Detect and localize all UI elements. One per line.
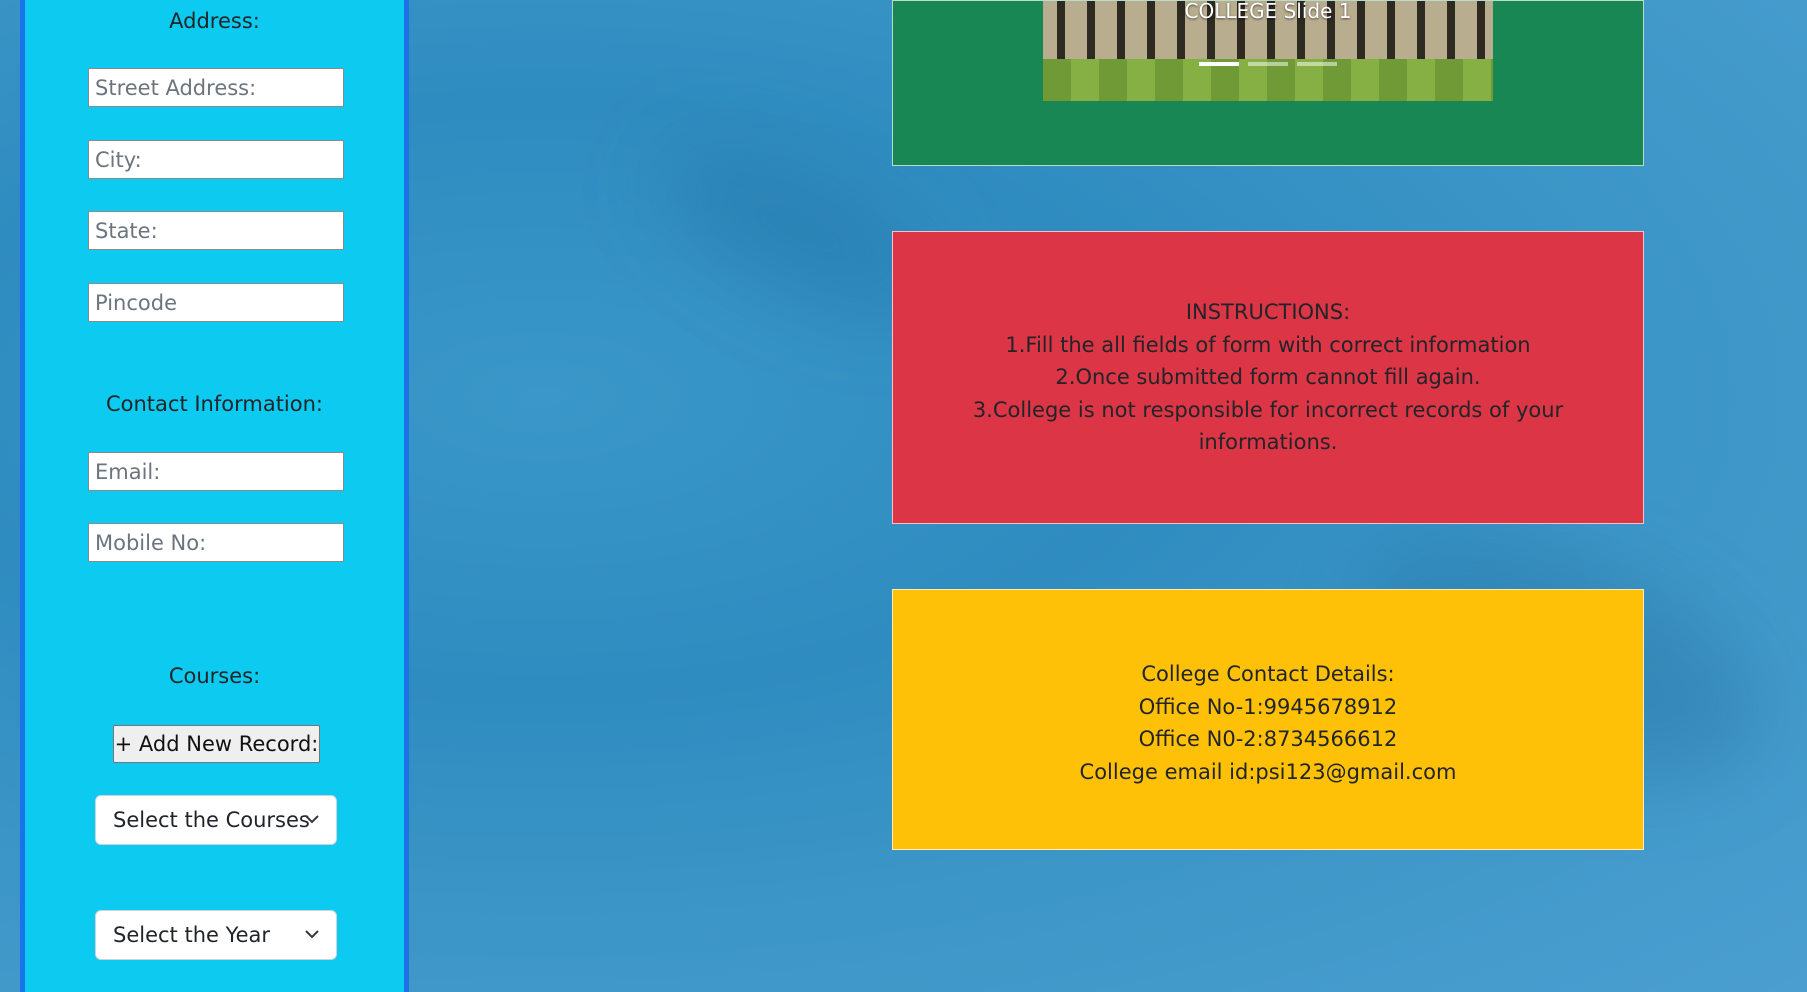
- office-number-1: Office No-1:9945678912: [1138, 694, 1398, 719]
- address-heading: Address:: [169, 9, 260, 33]
- city-input[interactable]: [88, 140, 344, 179]
- college-contact-panel: College Contact Details: Office No-1:994…: [892, 589, 1644, 850]
- street-address-input[interactable]: [88, 68, 344, 107]
- instruction-line-3-continued: informations.: [1198, 430, 1338, 454]
- chevron-down-icon: [305, 815, 319, 824]
- email-input[interactable]: [88, 452, 344, 491]
- carousel-indicator-1[interactable]: [1199, 62, 1239, 66]
- carousel-indicator-3[interactable]: [1297, 62, 1337, 66]
- contact-information-heading: Contact Information:: [105, 392, 323, 416]
- state-input[interactable]: [88, 211, 344, 250]
- slide-caption: COLLEGE Slide 1: [1184, 1, 1352, 23]
- mobile-number-input[interactable]: [88, 523, 344, 562]
- instructions-panel: INSTRUCTIONS: 1.Fill the all fields of f…: [892, 231, 1644, 524]
- course-select-value: Select the Courses: [113, 808, 310, 832]
- courses-heading: Courses:: [168, 664, 261, 688]
- instruction-line-2: 2.Once submitted form cannot fill again.: [1055, 365, 1481, 389]
- carousel-indicator-2[interactable]: [1248, 62, 1288, 66]
- pincode-input[interactable]: [88, 283, 344, 322]
- year-select[interactable]: Select the Year: [95, 910, 337, 960]
- carousel-panel: COLLEGE Slide 1: [892, 0, 1644, 166]
- chevron-down-icon: [305, 930, 319, 939]
- contact-title: College Contact Details:: [1141, 662, 1395, 686]
- instruction-line-1: 1.Fill the all fields of form with corre…: [1005, 332, 1531, 357]
- instruction-line-3: 3.College is not responsible for incorre…: [972, 397, 1564, 422]
- instructions-title: INSTRUCTIONS:: [1185, 300, 1351, 324]
- office-number-2: Office N0-2:8734566612: [1138, 727, 1398, 751]
- year-select-value: Select the Year: [113, 923, 271, 947]
- registration-form-sidebar: Address: Contact Information: Courses: +…: [20, 0, 409, 992]
- course-select[interactable]: Select the Courses: [95, 795, 337, 845]
- college-carousel[interactable]: COLLEGE Slide 1: [1043, 1, 1493, 101]
- college-email: College email id:psi123@gmail.com: [1079, 759, 1457, 784]
- add-new-record-button[interactable]: + Add New Record:: [113, 725, 320, 763]
